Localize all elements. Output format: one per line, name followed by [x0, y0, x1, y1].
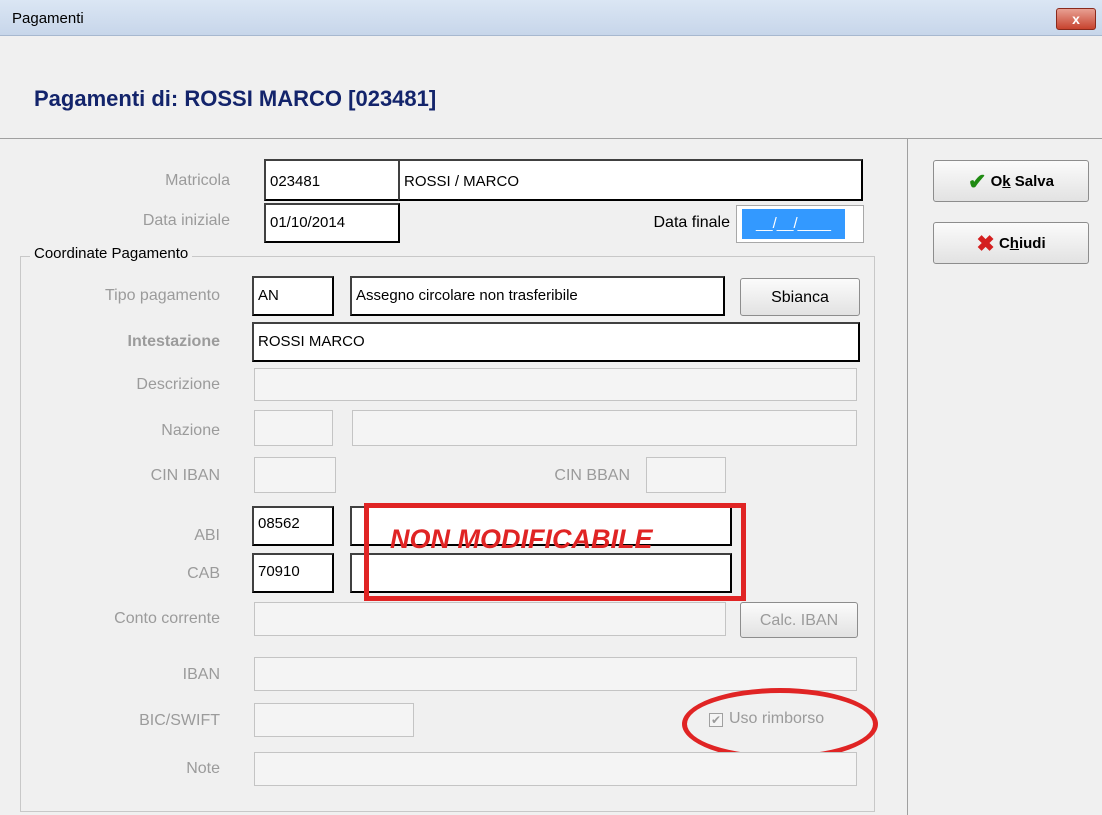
x-icon: ✖ — [976, 231, 995, 257]
descrizione-label: Descrizione — [136, 376, 220, 393]
conto-corrente-label: Conto corrente — [114, 610, 220, 627]
non-modificabile-annotation-text: NON MODIFICABILE — [390, 524, 653, 554]
ok-salva-pre: O — [990, 173, 1003, 190]
chiudi-pre: C — [998, 235, 1010, 252]
intestazione-field[interactable]: ROSSI MARCO — [252, 322, 860, 362]
cin-bban-label: CIN BBAN — [554, 467, 630, 484]
close-window-button[interactable]: x — [1056, 8, 1096, 30]
cin-bban-field[interactable] — [646, 457, 726, 493]
intestazione-label: Intestazione — [127, 333, 220, 350]
vertical-divider — [907, 139, 908, 815]
cab-label: CAB — [187, 565, 220, 582]
nazione-desc-field[interactable] — [352, 410, 857, 446]
matricola-label: Matricola — [165, 172, 230, 189]
data-finale-label: Data finale — [653, 214, 731, 231]
abi-label: ABI — [194, 527, 220, 544]
matricola-name-field[interactable]: ROSSI / MARCO — [398, 159, 863, 201]
iban-field[interactable] — [254, 657, 857, 691]
cin-iban-label: CIN IBAN — [150, 467, 220, 484]
chiudi-button[interactable]: ✖ Chiudi — [933, 222, 1089, 264]
uso-rimborso-annotation-ellipse — [682, 688, 878, 760]
ok-salva-mnemonic: k — [1002, 173, 1011, 190]
descrizione-field[interactable] — [254, 368, 857, 401]
title-bar: Pagamenti — [0, 0, 1102, 36]
page-title: Pagamenti di: ROSSI MARCO [023481] — [34, 86, 437, 111]
ok-salva-button[interactable]: ✔ Ok Salva — [933, 160, 1089, 202]
cin-iban-field[interactable] — [254, 457, 336, 493]
nazione-label: Nazione — [161, 422, 220, 439]
tipo-pagamento-label: Tipo pagamento — [104, 287, 220, 304]
tipo-pagamento-code-field[interactable]: AN — [252, 276, 334, 316]
matricola-code-field[interactable]: 023481 — [264, 159, 400, 201]
nazione-code-field[interactable] — [254, 410, 333, 446]
calc-iban-button[interactable]: Calc. IBAN — [740, 602, 858, 638]
data-finale-field[interactable]: __/__/____ — [736, 205, 864, 243]
close-icon: x — [1072, 11, 1080, 27]
check-icon: ✔ — [968, 169, 987, 195]
window-title: Pagamenti — [12, 10, 84, 27]
chiudi-mnemonic: h — [1009, 235, 1019, 252]
data-iniziale-field[interactable]: 01/10/2014 — [264, 203, 400, 243]
note-label: Note — [186, 760, 220, 777]
conto-corrente-field[interactable] — [254, 602, 726, 636]
data-iniziale-label: Data iniziale — [142, 212, 230, 229]
data-finale-value: __/__/____ — [742, 209, 845, 239]
iban-label: IBAN — [182, 666, 220, 683]
note-field[interactable] — [254, 752, 857, 786]
coordinate-pagamento-label: Coordinate Pagamento — [30, 245, 193, 262]
bic-swift-label: BIC/SWIFT — [139, 712, 220, 729]
abi-code-field[interactable]: 08562 — [252, 506, 334, 546]
sbianca-button[interactable]: Sbianca — [740, 278, 860, 316]
bic-swift-field[interactable] — [254, 703, 414, 737]
ok-salva-post: Salva — [1010, 173, 1054, 190]
header-panel: Pagamenti di: ROSSI MARCO [023481] — [0, 36, 1102, 139]
tipo-pagamento-desc-field[interactable]: Assegno circolare non trasferibile — [350, 276, 725, 316]
chiudi-post: iudi — [1018, 235, 1046, 252]
cab-code-field[interactable]: 70910 — [252, 553, 334, 593]
